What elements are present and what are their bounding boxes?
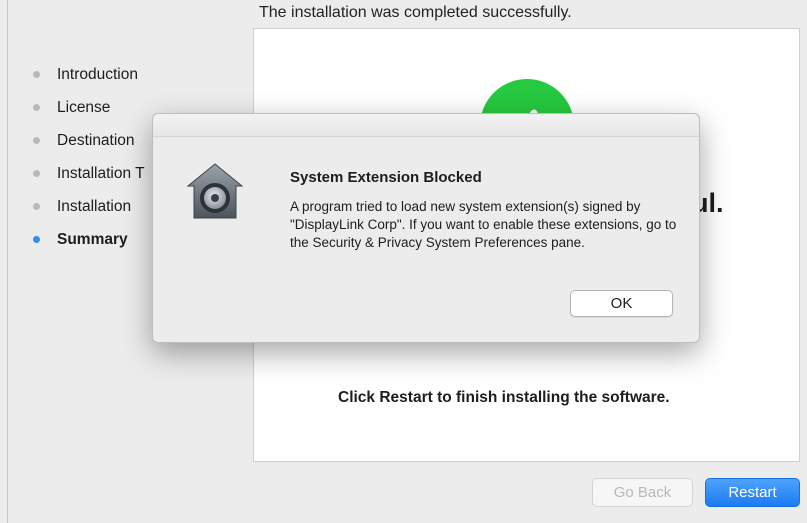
- step-label: License: [57, 98, 111, 116]
- step-destination: Destination: [33, 124, 145, 157]
- installer-heading: The installation was completed successfu…: [259, 4, 572, 21]
- security-gatekeeper-icon: [186, 162, 244, 220]
- step-summary: Summary: [33, 223, 145, 256]
- step-label: Introduction: [57, 65, 138, 83]
- alert-title: System Extension Blocked: [290, 169, 482, 186]
- step-installation: Installation: [33, 190, 145, 223]
- restart-instruction: Click Restart to finish installing the s…: [338, 389, 670, 406]
- step-label: Installation T: [57, 164, 145, 182]
- step-label: Destination: [57, 131, 135, 149]
- step-license: License: [33, 91, 145, 124]
- step-dot: [33, 137, 40, 144]
- step-installation-type: Installation T: [33, 157, 145, 190]
- step-dot-active: [33, 236, 40, 243]
- alert-message: A program tried to load new system exten…: [290, 199, 677, 250]
- step-dot: [33, 170, 40, 177]
- restart-button[interactable]: Restart: [705, 478, 800, 507]
- installer-steps: Introduction License Destination Install…: [33, 58, 145, 256]
- step-label: Summary: [57, 230, 128, 248]
- step-dot: [33, 71, 40, 78]
- step-dot: [33, 203, 40, 210]
- step-dot: [33, 104, 40, 111]
- system-extension-alert: System Extension Blocked A program tried…: [152, 113, 700, 343]
- ok-button[interactable]: OK: [570, 290, 673, 317]
- step-introduction: Introduction: [33, 58, 145, 91]
- alert-title-bar: [153, 114, 699, 137]
- go-back-button[interactable]: Go Back: [592, 478, 693, 507]
- step-label: Installation: [57, 197, 132, 215]
